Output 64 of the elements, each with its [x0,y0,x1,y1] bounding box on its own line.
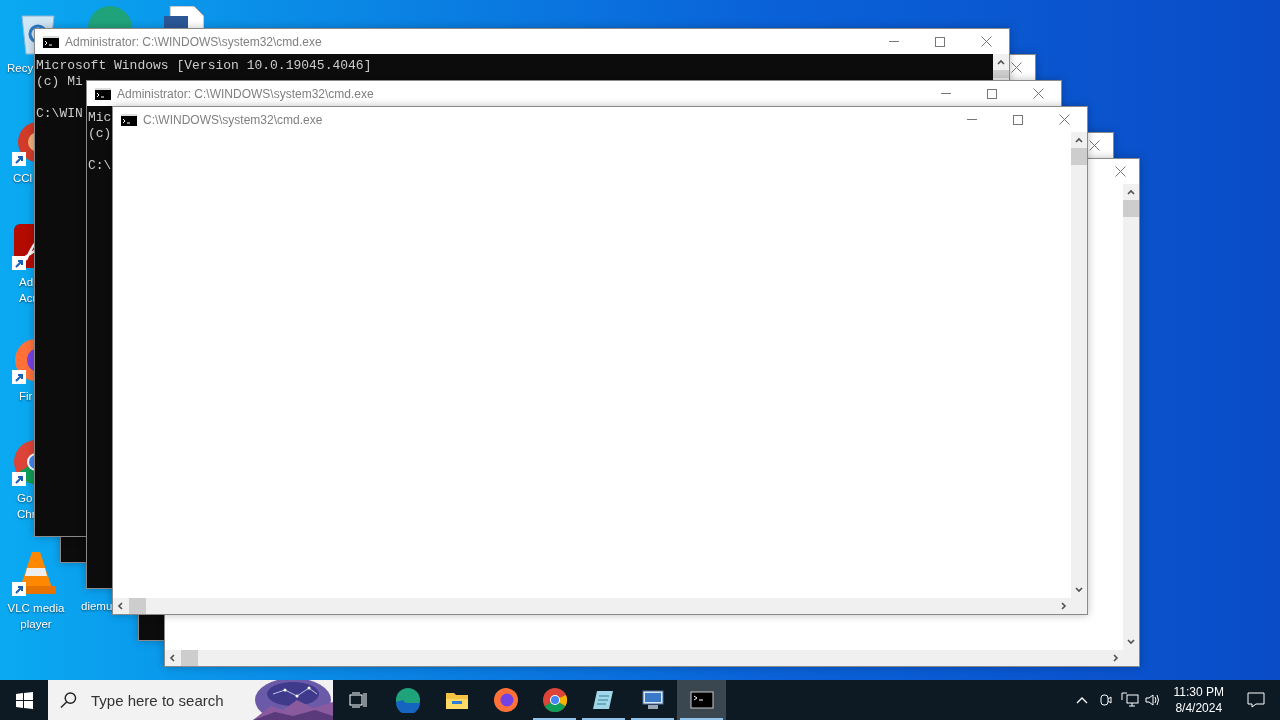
icon-label: CCl [13,171,33,186]
caret-up-icon [1075,696,1088,704]
network-icon [1120,692,1139,708]
console-icon [121,113,137,126]
chevron-up-icon [1127,188,1135,196]
icon-label: Chr [17,507,36,522]
close-icon [1058,114,1070,125]
window-title: Administrator: C:\WINDOWS\system32\cmd.exe [65,34,322,49]
window-title: Administrator: C:\WINDOWS\system32\cmd.exe [117,86,374,101]
icon-label: Acr [19,291,37,306]
maximize-icon [1013,114,1023,125]
console-line: (c) Mi [36,74,83,90]
chrome-icon [541,687,568,713]
vertical-scrollbar[interactable] [1123,184,1139,650]
close-icon [1115,166,1126,177]
minimize-icon [889,41,899,42]
console-line: Microsoft Windows [Version 10.0.19045.4046] [36,58,372,74]
close-icon [1011,62,1022,73]
console-icon [43,35,59,48]
chevron-up-icon [997,58,1005,66]
chevron-down-icon [1127,638,1135,646]
scroll-thumb[interactable] [993,70,1009,78]
maximize-icon [935,36,945,47]
minimize-icon [941,93,951,94]
vertical-scrollbar[interactable] [1071,132,1087,598]
icon-label: Recy [7,61,34,76]
maximize-icon [987,88,997,99]
icon-label: Ad [19,275,34,290]
console-line: (c) [88,126,112,142]
icon-label: player [20,617,52,632]
console-line: C:\ [88,158,112,174]
minimize-icon [967,119,977,120]
console-line: Mic [88,110,112,126]
search-input[interactable]: Type here to search [89,690,253,710]
scroll-thumb[interactable] [129,598,146,614]
edge-icon [394,687,421,713]
search-bar[interactable]: Type here to search [48,680,333,720]
clock-button[interactable]: 11:30 PM 8/4/2024 [1165,680,1232,720]
speech-bubble-icon [1247,692,1265,708]
icon-label: diemu [81,599,113,614]
close-icon [980,36,992,47]
window-title: C:\WINDOWS\system32\cmd.exe [143,112,323,127]
icon-label: Fir [19,389,33,404]
console-icon [95,87,111,100]
taskbar-app-button[interactable] [677,680,726,720]
task-view-icon [349,692,367,708]
scroll-thumb[interactable] [1071,148,1087,165]
camera-icon [1097,692,1114,708]
scroll-thumb[interactable] [1123,200,1139,217]
search-icon [60,691,77,709]
windows-logo-icon [15,691,33,709]
console-line: C:\WIN [36,106,83,122]
firefox-icon [492,687,519,713]
scroll-thumb[interactable] [181,650,198,666]
chevron-down-icon [1075,586,1083,594]
chevron-up-icon [1075,136,1083,144]
chevron-right-icon [1111,654,1119,662]
chevron-left-icon [169,654,177,662]
icon-label: Go [17,491,33,506]
close-icon [1089,140,1100,151]
close-icon [1032,88,1044,99]
chevron-right-icon [1059,602,1067,610]
chevron-left-icon [117,602,125,610]
icon-label: VLC media [7,601,65,616]
